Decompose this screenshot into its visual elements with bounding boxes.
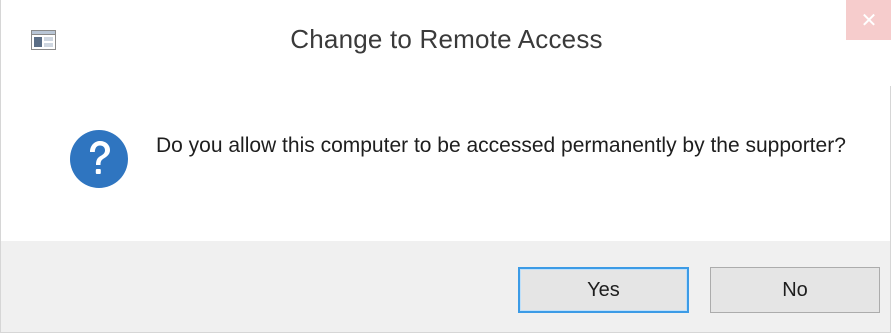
no-button[interactable]: No bbox=[710, 267, 880, 313]
yes-button[interactable]: Yes bbox=[518, 267, 689, 313]
close-icon: ✕ bbox=[860, 9, 878, 32]
dialog-window: Change to Remote Access ✕ Do you allow t… bbox=[0, 0, 891, 333]
window-title: Change to Remote Access bbox=[290, 24, 603, 54]
question-icon bbox=[69, 129, 129, 189]
title-bar[interactable]: Change to Remote Access ✕ bbox=[1, 0, 891, 86]
close-button[interactable]: ✕ bbox=[846, 0, 891, 40]
message-text: Do you allow this computer to be accesse… bbox=[156, 134, 846, 157]
dialog-content: Do you allow this computer to be accesse… bbox=[1, 86, 890, 241]
button-bar: Yes No bbox=[1, 241, 890, 332]
